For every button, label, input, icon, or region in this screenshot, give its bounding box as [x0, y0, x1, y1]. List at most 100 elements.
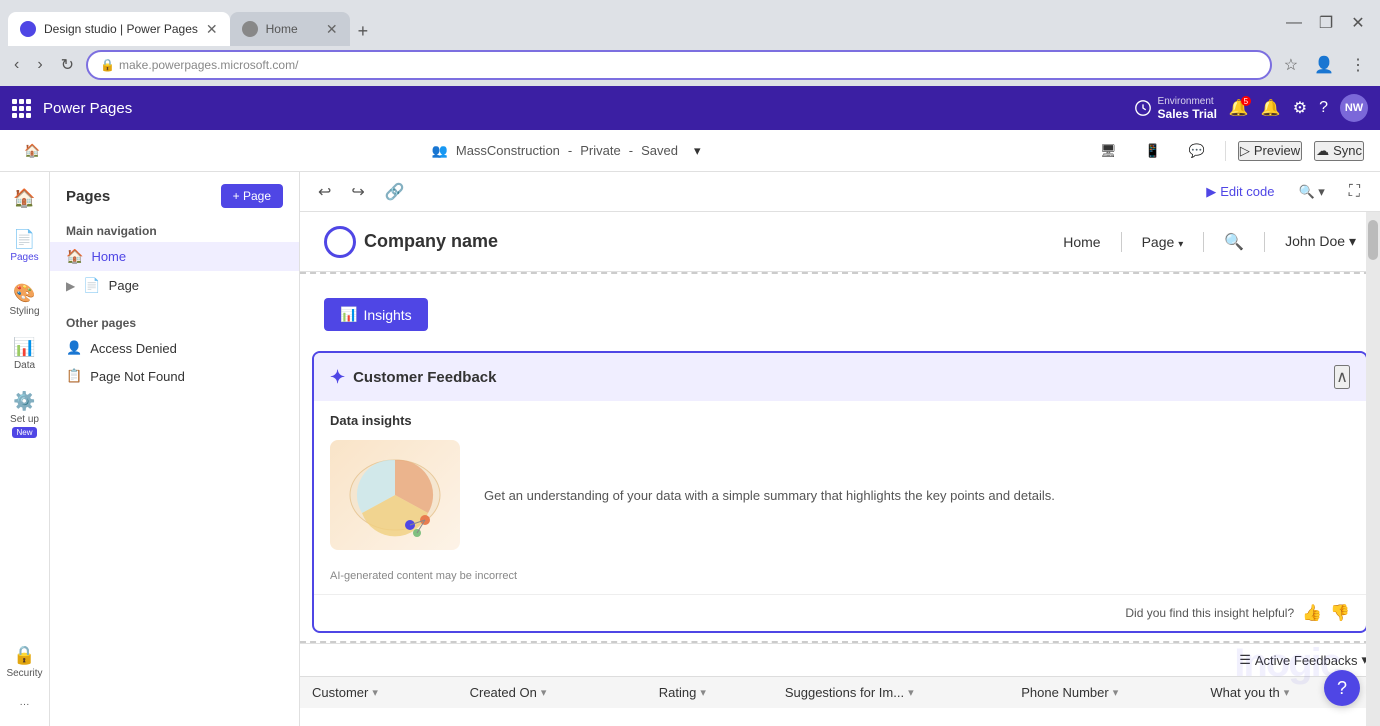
scrollbar-thumb[interactable] — [1368, 220, 1378, 260]
site-separator2: - — [629, 143, 633, 158]
nav-divider-1 — [1121, 232, 1122, 252]
home-page-label: Home — [91, 249, 126, 264]
col-rating-label: Rating — [659, 685, 697, 700]
thumbs-up-button[interactable]: 👍 — [1302, 603, 1322, 623]
helpful-text: Did you find this insight helpful? — [1125, 606, 1294, 620]
mobile-view-button[interactable]: 📱 — [1136, 139, 1168, 163]
close-button[interactable]: ✕ — [1344, 9, 1372, 37]
minimize-button[interactable]: — — [1280, 9, 1308, 37]
not-found-item[interactable]: 📋 Page Not Found — [50, 362, 299, 390]
feedback-card-header: ✦ Customer Feedback ∧ — [314, 353, 1366, 401]
nav-item-security[interactable]: 🔒 Security — [3, 637, 47, 687]
edit-code-button[interactable]: ▶ Edit code — [1198, 180, 1282, 204]
comment-button[interactable]: 💬 — [1181, 139, 1213, 163]
desktop-view-button[interactable]: 🖥 — [1092, 139, 1125, 163]
refresh-button[interactable]: ↻ — [55, 51, 80, 79]
site-dropdown-button[interactable]: ▾ — [686, 139, 709, 163]
undo-button[interactable]: ↩ — [312, 178, 337, 206]
site-separator: - — [568, 143, 572, 158]
col-created-on[interactable]: Created On ▾ — [470, 685, 659, 700]
home-nav-button[interactable]: 🏠 — [16, 139, 48, 163]
alerts-button[interactable]: 🔔 — [1261, 98, 1281, 118]
col-suggestions-sort: ▾ — [908, 686, 914, 699]
not-found-label: Page Not Found — [90, 369, 185, 384]
notifications-button[interactable]: 🔔 5 — [1229, 98, 1249, 118]
window-controls: — ❐ ✕ — [1280, 9, 1372, 37]
col-customer[interactable]: Customer ▾ — [312, 685, 470, 700]
nav-item-styling[interactable]: 🎨 Styling — [3, 275, 47, 325]
site-status: Saved — [641, 143, 678, 158]
setup-icon: ⚙️ — [13, 391, 35, 412]
sub-header-center: 👥 MassConstruction - Private - Saved ▾ — [60, 139, 1080, 163]
nav-item-more[interactable]: ··· — [3, 691, 47, 718]
col-suggestions-label: Suggestions for Im... — [785, 685, 904, 700]
new-tab-button[interactable]: + — [350, 17, 377, 46]
edit-code-label: Edit code — [1220, 184, 1274, 199]
site-nav-home[interactable]: Home — [1063, 234, 1100, 250]
sync-button[interactable]: ☁ Sync — [1314, 141, 1364, 161]
col-customer-label: Customer — [312, 685, 368, 700]
col-what-you-sort: ▾ — [1284, 686, 1290, 699]
nav-item-setup[interactable]: ⚙️ Set up New — [3, 383, 47, 446]
nav-item-data[interactable]: 📊 Data — [3, 329, 47, 379]
menu-button[interactable]: ⋮ — [1344, 51, 1372, 79]
tab-close-home[interactable]: ✕ — [326, 21, 338, 38]
styling-label: Styling — [9, 306, 39, 317]
nav-divider-3 — [1264, 232, 1265, 252]
page-item-home[interactable]: 🏠 Home ··· — [50, 242, 299, 271]
nav-item-home[interactable]: 🏠 — [3, 180, 47, 217]
link-button[interactable]: 🔗 — [379, 178, 411, 206]
maximize-button[interactable]: ❐ — [1312, 9, 1340, 37]
main-layout: 🏠 📄 Pages 🎨 Styling 📊 Data ⚙️ Set up New… — [0, 172, 1380, 726]
col-phone[interactable]: Phone Number ▾ — [1021, 685, 1210, 700]
feedback-collapse-button[interactable]: ∧ — [1334, 365, 1350, 389]
thumbs-down-button[interactable]: 👎 — [1330, 603, 1350, 623]
address-bar[interactable]: 🔒 make.powerpages.microsoft.com/ — [86, 50, 1272, 80]
not-found-icon: 📋 — [66, 368, 82, 384]
insights-tab[interactable]: 📊 Insights — [324, 298, 428, 331]
access-denied-item[interactable]: 👤 Access Denied — [50, 334, 299, 362]
site-search-icon[interactable]: 🔍 — [1224, 232, 1244, 252]
edit-code-icon: ▶ — [1206, 184, 1216, 200]
site-visibility: Private — [580, 143, 620, 158]
pages-icon: 📄 — [13, 229, 35, 250]
other-pages-section: Other pages 👤 Access Denied 📋 Page Not F… — [50, 308, 299, 390]
main-nav-label: Main navigation — [50, 216, 299, 242]
sub-header-right: 🖥 📱 💬 ▷ Preview ☁ Sync — [1092, 139, 1364, 163]
page-item-page[interactable]: ▶ 📄 Page — [50, 271, 299, 300]
zoom-button[interactable]: 🔍 ▾ — [1290, 180, 1332, 204]
avatar[interactable]: NW — [1340, 94, 1368, 122]
tab-close-design-studio[interactable]: ✕ — [206, 21, 218, 38]
access-denied-label: Access Denied — [90, 341, 177, 356]
site-nav: Company name Home Page ▾ 🔍 John Doe ▾ — [300, 212, 1380, 272]
notification-badge: 5 — [1241, 96, 1251, 106]
col-suggestions[interactable]: Suggestions for Im... ▾ — [785, 685, 1021, 700]
waffle-icon[interactable] — [12, 99, 31, 118]
settings-button[interactable]: ⚙ — [1293, 98, 1307, 118]
data-description: Get an understanding of your data with a… — [484, 488, 1350, 503]
profile-button[interactable]: 👤 — [1308, 51, 1340, 79]
col-rating[interactable]: Rating ▾ — [659, 685, 785, 700]
help-button[interactable]: ? — [1319, 99, 1328, 117]
more-icon: ··· — [20, 699, 30, 710]
fullscreen-button[interactable]: ⛶ — [1341, 179, 1368, 205]
data-label: Data — [14, 360, 35, 371]
nav-item-pages[interactable]: 📄 Pages — [3, 221, 47, 271]
preview-button[interactable]: ▷ Preview — [1238, 141, 1302, 161]
pages-panel-title: Pages — [66, 188, 110, 205]
back-button[interactable]: ‹ — [8, 52, 25, 78]
bookmark-button[interactable]: ☆ — [1278, 51, 1304, 79]
tab-design-studio[interactable]: Design studio | Power Pages ✕ — [8, 12, 230, 46]
canvas-scrollbar[interactable] — [1366, 212, 1380, 726]
help-button[interactable]: ? — [1324, 670, 1360, 706]
site-user-link[interactable]: John Doe ▾ — [1285, 233, 1356, 250]
environment-icon — [1134, 99, 1152, 117]
forward-button[interactable]: › — [31, 52, 48, 78]
site-logo: Company name — [324, 226, 498, 258]
tab-home[interactable]: Home ✕ — [230, 12, 350, 46]
redo-button[interactable]: ↪ — [345, 178, 370, 206]
site-nav-page[interactable]: Page ▾ — [1142, 234, 1184, 250]
tab-label-design-studio: Design studio | Power Pages — [44, 22, 198, 36]
active-feedbacks-filter[interactable]: ☰ Active Feedbacks ▾ — [1239, 652, 1368, 668]
add-page-button[interactable]: + Page — [221, 184, 283, 208]
